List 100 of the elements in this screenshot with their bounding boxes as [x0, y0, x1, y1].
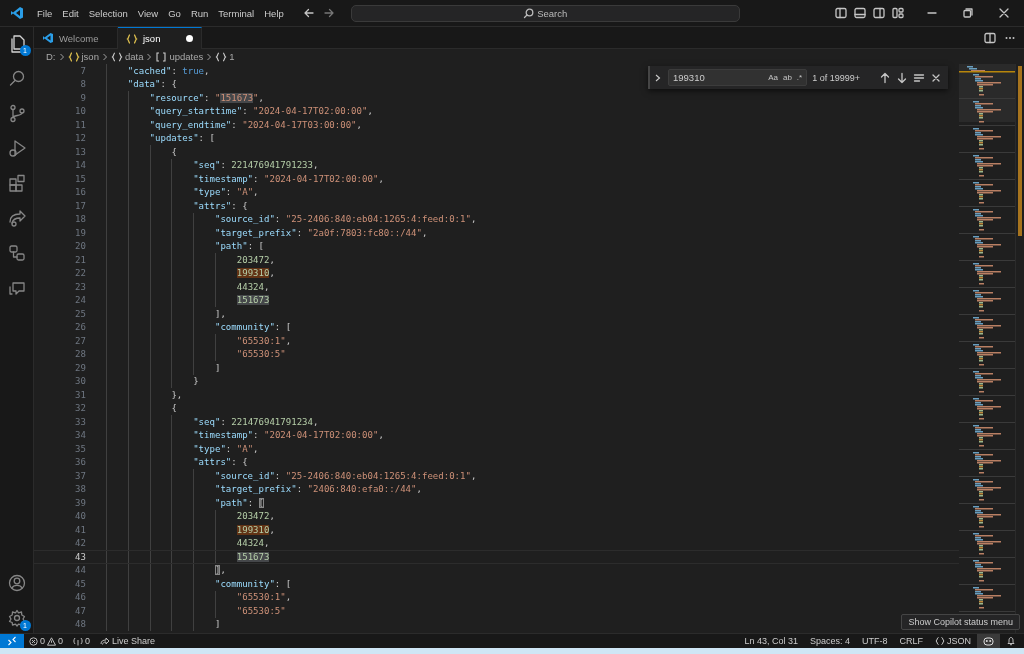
ports-indicator[interactable]: 0: [68, 636, 96, 646]
account-icon[interactable]: [6, 573, 27, 593]
line-number: 12: [74, 133, 87, 144]
status-item[interactable]: Spaces: 4: [803, 636, 856, 646]
find-in-selection-icon[interactable]: [913, 71, 925, 84]
code-token: ,: [204, 65, 210, 76]
code-token: ,: [269, 268, 275, 279]
search-match: 199310: [236, 268, 270, 279]
selection-match: 151673: [236, 295, 270, 306]
status-item[interactable]: Ln 43, Col 31: [738, 636, 804, 646]
code-token: "type": [193, 443, 226, 454]
find-option-toggle[interactable]: .*: [796, 73, 803, 82]
code-token: "community": [214, 578, 275, 589]
split-editor-icon[interactable]: [984, 31, 996, 44]
find-option-toggle[interactable]: Aa: [768, 73, 778, 82]
breadcrumb-item[interactable]: updates: [155, 50, 204, 63]
bell-icon[interactable]: [1006, 636, 1016, 646]
next-match-icon[interactable]: [896, 71, 908, 84]
code-editor-logo-icon: [10, 6, 24, 20]
settings-icon[interactable]: [6, 608, 27, 628]
code-token: ,: [470, 470, 477, 481]
code-token: ,: [313, 160, 319, 171]
problems-indicator[interactable]: 0 0: [24, 636, 69, 646]
code-token: "seq": [193, 160, 221, 171]
code-token: "cached": [127, 65, 172, 76]
code-token: : [: [274, 322, 292, 333]
code-token: :: [274, 214, 282, 225]
previous-match-icon[interactable]: [879, 71, 891, 84]
menu-item[interactable]: Help: [259, 5, 289, 21]
menu-item[interactable]: Terminal: [213, 5, 260, 21]
restore-icon[interactable]: [962, 7, 974, 19]
back-arrow-icon[interactable]: [302, 7, 315, 19]
breadcrumb-item[interactable]: data: [110, 50, 144, 63]
code-token: :: [296, 484, 304, 495]
sidebar-toggle-icon[interactable]: [835, 7, 847, 19]
forward-arrow-icon[interactable]: [322, 7, 335, 19]
code-token: ,: [263, 538, 270, 549]
status-item[interactable]: UTF-8: [855, 636, 894, 646]
line-number: 42: [74, 538, 87, 549]
remote-indicator[interactable]: [0, 634, 24, 648]
share-arrow-icon[interactable]: [6, 208, 27, 228]
menu-item[interactable]: File: [32, 5, 58, 21]
search-field[interactable]: Search: [350, 4, 740, 22]
braces-icon: [126, 32, 138, 45]
selection-match: 151673: [220, 92, 254, 103]
code-token: "attrs": [193, 200, 232, 211]
find-option-toggle[interactable]: ab: [782, 73, 792, 82]
menu-item[interactable]: Run: [185, 5, 214, 21]
code-token: "query_starttime": [149, 106, 243, 117]
menu-item[interactable]: Selection: [83, 5, 133, 21]
scrollbar[interactable]: [1015, 64, 1024, 633]
status-item[interactable]: CRLF: [893, 636, 929, 646]
breadcrumb-item[interactable]: D:: [46, 51, 56, 62]
code-token: 203472: [236, 511, 270, 522]
menu-item[interactable]: Go: [163, 5, 186, 21]
copilot-status-button[interactable]: [977, 634, 1000, 648]
extensions-icon[interactable]: [6, 173, 27, 193]
layout-icon[interactable]: [892, 7, 904, 19]
code-token: {: [171, 146, 177, 157]
line-number: 22: [74, 268, 87, 279]
code-token: ]: [214, 619, 221, 630]
panel-toggle-icon[interactable]: [854, 7, 866, 19]
menu-item[interactable]: Edit: [57, 5, 84, 21]
breadcrumb-item[interactable]: 1: [215, 50, 235, 63]
code-token: "25-2406:840:eb04:1265:4:feed:0:1": [285, 470, 471, 481]
chevron-right-icon: [57, 51, 66, 62]
line-number: 18: [74, 214, 87, 225]
code-token: "25-2406:840:eb04:1265:4:feed:0:1": [285, 214, 471, 225]
braces-icon: [215, 50, 228, 63]
language-mode[interactable]: JSON: [929, 636, 977, 646]
code-token: "path": [214, 497, 248, 508]
connected-squares-icon[interactable]: [6, 243, 27, 263]
code-token: 44324: [236, 538, 264, 549]
chevron-right-icon: [205, 51, 214, 62]
braces-icon: [935, 636, 945, 646]
line-number: 47: [74, 605, 87, 616]
line-number: 28: [74, 349, 87, 360]
code-token: : {: [231, 200, 248, 211]
live-share-button[interactable]: Live Share: [95, 636, 161, 646]
bracket-match: ]: [214, 565, 221, 576]
editor-tab[interactable]: json: [118, 27, 202, 49]
breadcrumb-item[interactable]: json: [67, 50, 99, 63]
line-number: 33: [74, 416, 87, 427]
secondary-sidebar-toggle-icon[interactable]: [873, 7, 885, 19]
find-input[interactable]: 199310 Aa ab .*: [668, 69, 808, 86]
menu-item[interactable]: View: [132, 5, 164, 21]
code-token: "65530:5": [236, 605, 286, 616]
code-token: :: [220, 160, 227, 171]
line-number: 35: [74, 443, 87, 454]
braces-icon: [110, 50, 123, 63]
close-icon[interactable]: [998, 7, 1010, 19]
code-token: "2024-04-17T02:00:00": [264, 430, 379, 441]
code-token: ": [253, 92, 259, 103]
code-token: ,: [356, 119, 363, 130]
line-number: 34: [74, 430, 87, 441]
code-token: :: [225, 187, 233, 198]
code-token: 221476941791233: [231, 160, 313, 171]
line-number: 8: [79, 79, 87, 90]
run-debug-icon[interactable]: [6, 138, 27, 158]
code-token: ,: [269, 254, 275, 265]
